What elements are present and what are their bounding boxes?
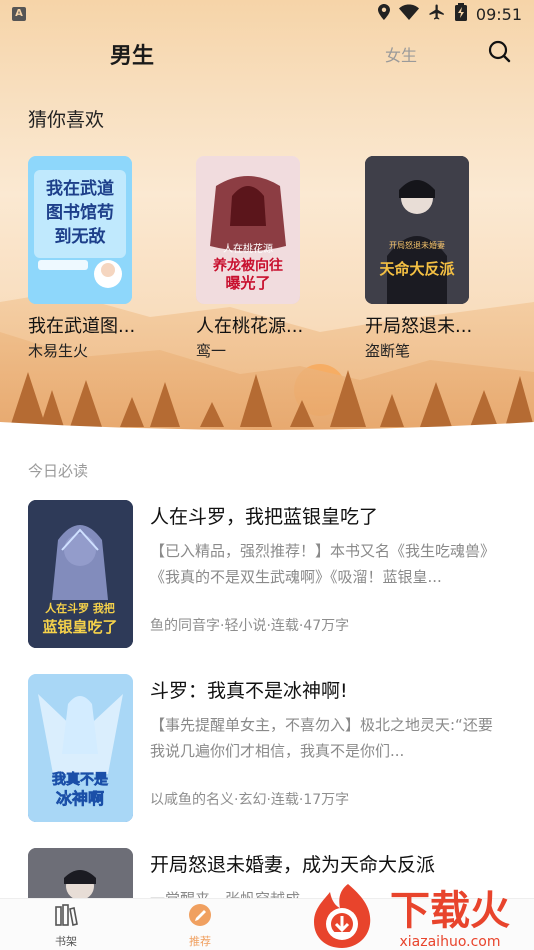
search-icon bbox=[488, 40, 511, 63]
recommended-book-card[interactable]: 人在桃花源 养龙被向往 曝光了 人在桃花源... 鸾一 bbox=[196, 156, 356, 361]
recommended-books-row: 我在武道 图书馆苟 到无敌 我在武道图... 木易生火 人在桃花源 养龙被向往 … bbox=[0, 156, 534, 360]
airplane-mode-icon bbox=[428, 3, 446, 25]
svg-text:曝光了: 曝光了 bbox=[225, 274, 270, 292]
cover-art-3: 开局怒退未婚妻 天命大反派 bbox=[365, 156, 469, 304]
book-cover[interactable] bbox=[28, 848, 133, 898]
xiazaihuo-watermark-logo: 下载火 xiazaihuo.com bbox=[314, 884, 510, 950]
tab-bookshelf[interactable]: 书架 bbox=[36, 903, 96, 949]
clock: 09:51 bbox=[475, 4, 522, 24]
watermark-url: xiazaihuo.com bbox=[400, 934, 501, 950]
recommended-book-author: 木易生火 bbox=[28, 342, 89, 360]
search-button[interactable] bbox=[486, 38, 514, 66]
tab-bookshelf-label: 书架 bbox=[55, 935, 77, 948]
book-cover[interactable]: 人在桃花源 养龙被向往 曝光了 bbox=[196, 156, 300, 304]
book-meta: 以咸鱼的名义·玄幻·连载·17万字 bbox=[150, 792, 350, 808]
tab-recommend-label: 推荐 bbox=[189, 935, 211, 948]
tab-male[interactable]: 男生 bbox=[110, 38, 154, 70]
tab-recommend[interactable]: 推荐 bbox=[170, 903, 230, 949]
battery-charging-icon bbox=[454, 3, 467, 25]
recommend-icon bbox=[189, 904, 211, 926]
svg-text:我在武道: 我在武道 bbox=[46, 178, 114, 199]
section-title-today: 今日必读 bbox=[28, 462, 89, 480]
book-title: 开局怒退未婚妻，成为天命大反派 bbox=[150, 854, 436, 876]
recommended-book-card[interactable]: 我在武道 图书馆苟 到无敌 我在武道图... 木易生火 bbox=[28, 156, 188, 361]
book-cover[interactable]: 我真不是 冰神啊 bbox=[28, 674, 133, 822]
svg-text:人在斗罗 我把: 人在斗罗 我把 bbox=[45, 601, 115, 615]
book-cover[interactable]: 我在武道 图书馆苟 到无敌 bbox=[28, 156, 132, 304]
recommended-book-title: 开局怒退未... bbox=[365, 316, 473, 337]
svg-text:养龙被向往: 养龙被向往 bbox=[212, 257, 283, 274]
book-description: 【事先提醒单女主，不喜勿入】极北之地灵天:“还要我说几遍你们才相信，我真不是你们… bbox=[150, 716, 493, 760]
book-cover[interactable]: 人在斗罗 我把 蓝银皇吃了 bbox=[28, 500, 133, 648]
svg-text:我真不是: 我真不是 bbox=[52, 771, 109, 788]
recommended-book-title: 我在武道图... bbox=[28, 316, 136, 337]
svg-text:到无敌: 到无敌 bbox=[55, 226, 106, 247]
recommended-book-author: 鸾一 bbox=[196, 342, 227, 360]
svg-text:开局怒退未婚妻: 开局怒退未婚妻 bbox=[389, 240, 445, 250]
svg-text:天命大反派: 天命大反派 bbox=[379, 260, 455, 278]
book-description: 【已入精品，强烈推荐！】本书又名《我生吃魂兽》《我真的不是双生武魂啊》《吸溜！蓝… bbox=[150, 542, 496, 586]
top-navigation: 男生 女生 bbox=[0, 30, 534, 76]
svg-text:图书馆苟: 图书馆苟 bbox=[46, 202, 114, 223]
book-list-item[interactable]: 人在斗罗 我把 蓝银皇吃了 人在斗罗，我把蓝银皇吃了 【已入精品，强烈推荐！】本… bbox=[28, 500, 508, 650]
recommended-book-card[interactable]: 开局怒退未婚妻 天命大反派 开局怒退未... 盗断笔 bbox=[365, 156, 525, 361]
svg-text:蓝银皇吃了: 蓝银皇吃了 bbox=[42, 618, 117, 636]
cover-art-5: 我真不是 冰神啊 bbox=[28, 674, 133, 822]
cover-art-2: 人在桃花源 养龙被向往 曝光了 bbox=[196, 156, 300, 304]
book-title: 人在斗罗，我把蓝银皇吃了 bbox=[150, 506, 379, 528]
section-title-guess: 猜你喜欢 bbox=[28, 109, 105, 131]
watermark-brand: 下载火 bbox=[390, 888, 510, 934]
cover-art-4: 人在斗罗 我把 蓝银皇吃了 bbox=[28, 500, 133, 648]
recommended-book-title: 人在桃花源... bbox=[196, 316, 304, 337]
book-title: 斗罗：我真不是冰神啊! bbox=[150, 680, 348, 702]
recommended-book-author: 盗断笔 bbox=[365, 342, 411, 360]
status-bar: A 09:51 bbox=[0, 0, 534, 28]
svg-text:冰神啊: 冰神啊 bbox=[56, 789, 104, 808]
book-meta: 鱼的同音字·轻小说·连载·47万字 bbox=[150, 618, 350, 634]
location-icon bbox=[377, 4, 390, 24]
wifi-icon bbox=[398, 4, 419, 24]
bookshelf-icon bbox=[55, 904, 78, 926]
tab-female[interactable]: 女生 bbox=[385, 42, 417, 66]
svg-text:人在桃花源: 人在桃花源 bbox=[223, 242, 273, 255]
book-list-item[interactable]: 我真不是 冰神啊 斗罗：我真不是冰神啊! 【事先提醒单女主，不喜勿入】极北之地灵… bbox=[28, 674, 508, 824]
book-cover[interactable]: 开局怒退未婚妻 天命大反派 bbox=[365, 156, 469, 304]
cover-art-6 bbox=[28, 848, 133, 898]
cover-art-1: 我在武道 图书馆苟 到无敌 bbox=[28, 156, 132, 304]
notification-indicator-icon: A bbox=[12, 7, 26, 21]
